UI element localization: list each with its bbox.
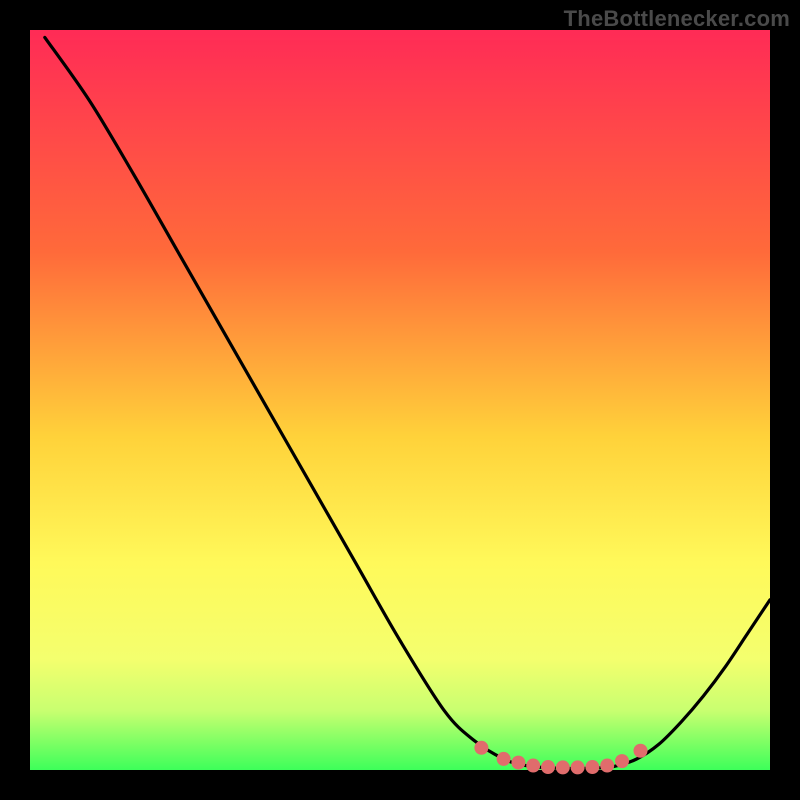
optimal-marker-dot	[511, 756, 525, 770]
chart-svg	[0, 0, 800, 800]
optimal-marker-dot	[600, 759, 614, 773]
optimal-marker-dot	[634, 744, 648, 758]
optimal-marker-dot	[474, 741, 488, 755]
optimal-marker-dot	[497, 752, 511, 766]
optimal-marker-dot	[585, 760, 599, 774]
optimal-marker-dot	[526, 759, 540, 773]
plot-background	[30, 30, 770, 770]
optimal-marker-dot	[571, 760, 585, 774]
chart-container: TheBottlenecker.com	[0, 0, 800, 800]
watermark-text: TheBottlenecker.com	[564, 6, 790, 32]
optimal-marker-dot	[556, 760, 570, 774]
optimal-marker-dot	[541, 760, 555, 774]
optimal-marker-dot	[615, 754, 629, 768]
